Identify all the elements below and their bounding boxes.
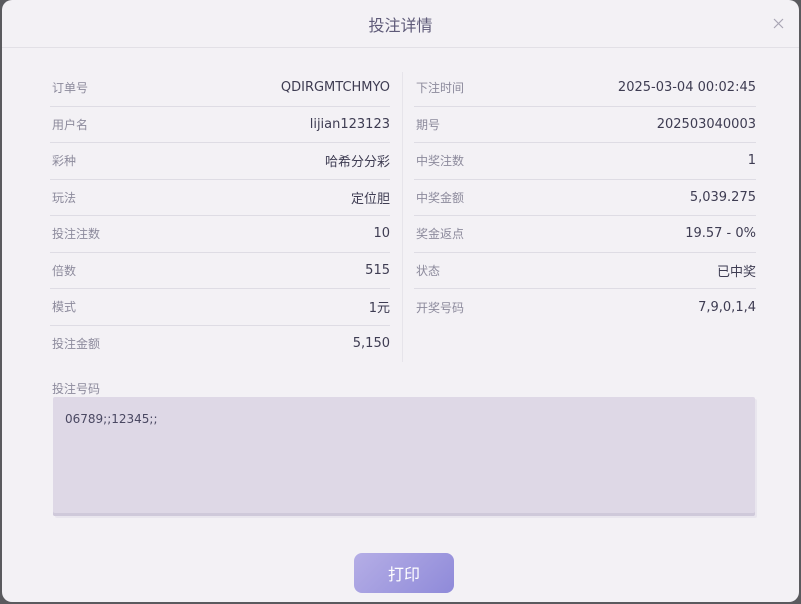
detail-row-win-amount: 中奖金额 5,039.275 xyxy=(414,180,756,216)
detail-label: 订单号 xyxy=(52,81,89,96)
detail-row-bet-count: 投注注数 10 xyxy=(50,216,390,253)
detail-label: 下注时间 xyxy=(416,81,465,96)
detail-row-bet-amount: 投注金额 5,150 xyxy=(50,326,390,363)
detail-column-right: 下注时间 2025-03-04 00:02:45 期号 202503040003… xyxy=(414,70,756,326)
detail-label: 彩种 xyxy=(52,154,77,169)
detail-value: lijian123123 xyxy=(309,116,390,132)
dialog-title: 投注详情 xyxy=(368,15,433,35)
detail-row-mode: 模式 1元 xyxy=(50,289,390,326)
status-value: 已中奖 xyxy=(716,264,756,280)
detail-value: 定位胆 xyxy=(350,191,390,207)
detail-row-win-count: 中奖注数 1 xyxy=(414,143,756,180)
detail-row-order-no: 订单号 QDIRGMTCHMYO xyxy=(50,70,390,107)
close-icon[interactable] xyxy=(769,14,787,32)
detail-row-rebate: 奖金返点 19.57 - 0% xyxy=(414,216,756,253)
detail-row-play-type: 玩法 定位胆 xyxy=(50,180,390,216)
detail-row-username: 用户名 lijian123123 xyxy=(50,107,390,143)
detail-label: 中奖金额 xyxy=(416,190,465,205)
detail-label: 倍数 xyxy=(52,263,77,278)
detail-value: 10 xyxy=(373,226,390,242)
detail-value: 7,9,0,1,4 xyxy=(698,299,756,315)
detail-label: 模式 xyxy=(52,300,77,315)
detail-value: 5,150 xyxy=(352,336,390,352)
bet-numbers-field[interactable]: 06789;;12345;; xyxy=(53,397,755,516)
detail-value: 5,039.275 xyxy=(689,189,756,205)
detail-value: 515 xyxy=(365,262,390,278)
detail-row-bet-time: 下注时间 2025-03-04 00:02:45 xyxy=(414,70,756,107)
detail-grid: 订单号 QDIRGMTCHMYO 用户名 lijian123123 彩种 哈希分… xyxy=(50,70,756,362)
detail-column-left: 订单号 QDIRGMTCHMYO 用户名 lijian123123 彩种 哈希分… xyxy=(50,70,390,362)
detail-value: QDIRGMTCHMYO xyxy=(280,80,390,96)
detail-label: 玩法 xyxy=(52,190,77,205)
detail-value: 202503040003 xyxy=(656,116,756,132)
detail-label: 中奖注数 xyxy=(416,154,465,169)
detail-value: 19.57 - 0% xyxy=(685,226,756,242)
detail-row-multiplier: 倍数 515 xyxy=(50,253,390,289)
detail-value: 2025-03-04 00:02:45 xyxy=(617,80,756,96)
bet-numbers-label: 投注号码 xyxy=(52,382,101,396)
detail-label: 投注金额 xyxy=(52,337,101,352)
column-divider xyxy=(402,72,403,362)
bet-detail-dialog: 投注详情 订单号 QDIRGMTCHMYO 用户名 lijian123123 彩… xyxy=(2,0,799,602)
detail-value: 1 xyxy=(747,153,756,169)
detail-row-lottery-type: 彩种 哈希分分彩 xyxy=(50,143,390,180)
detail-value: 1元 xyxy=(368,301,390,317)
detail-row-draw-numbers: 开奖号码 7,9,0,1,4 xyxy=(414,289,756,326)
print-button[interactable]: 打印 xyxy=(354,553,454,593)
detail-value: 哈希分分彩 xyxy=(324,155,390,171)
detail-label: 开奖号码 xyxy=(416,300,465,315)
detail-row-issue-no: 期号 202503040003 xyxy=(414,107,756,143)
dialog-header: 投注详情 xyxy=(2,0,799,48)
detail-label: 奖金返点 xyxy=(416,227,465,242)
detail-label: 用户名 xyxy=(52,117,89,132)
detail-label: 状态 xyxy=(416,263,441,278)
detail-row-status: 状态 已中奖 xyxy=(414,253,756,289)
detail-label: 期号 xyxy=(416,117,441,132)
detail-label: 投注注数 xyxy=(52,227,101,242)
